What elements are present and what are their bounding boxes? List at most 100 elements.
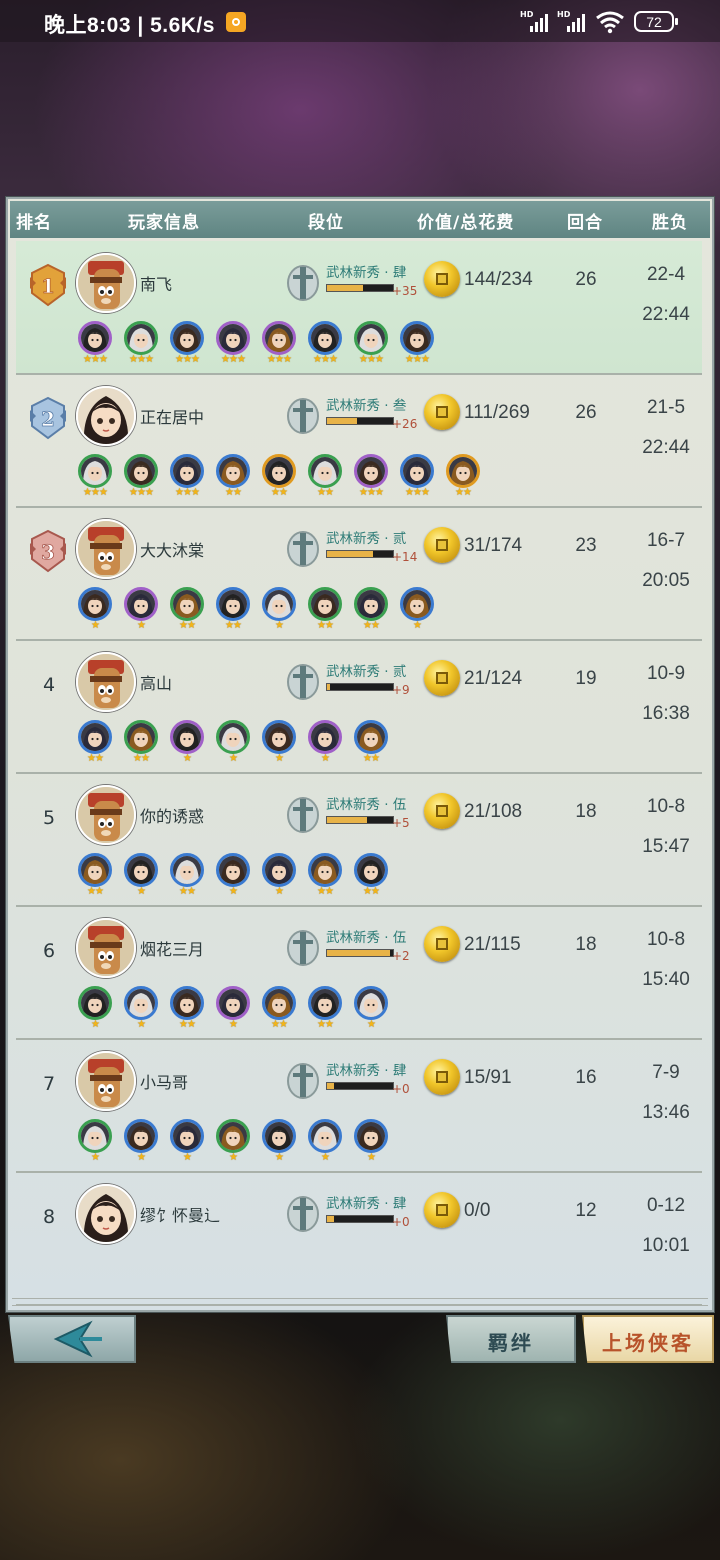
hero-portrait[interactable]	[124, 1119, 158, 1153]
hero-portrait[interactable]	[170, 321, 204, 355]
hero-portrait[interactable]	[262, 454, 296, 488]
hero-portrait[interactable]	[308, 1119, 342, 1153]
hero-portrait[interactable]	[354, 720, 388, 754]
hero-portrait[interactable]	[400, 454, 434, 488]
player-avatar[interactable]	[76, 652, 136, 712]
hero-stars: ★★★	[405, 487, 430, 498]
rounds: 18	[575, 934, 597, 955]
hero-portrait[interactable]	[78, 720, 112, 754]
hero-portrait[interactable]	[262, 587, 296, 621]
win-loss-record: 10-9	[646, 663, 686, 684]
hero-portrait[interactable]	[78, 587, 112, 621]
hero-portrait[interactable]	[308, 720, 342, 754]
hero-portrait[interactable]	[216, 986, 250, 1020]
win-loss-record: 10-8	[646, 929, 686, 950]
table-row[interactable]: 5 你的诱惑 武林新秀 · 伍 +5 21/108 18 10-8 15:47 ★★ ★ ★★ ★ ★ ★…	[16, 773, 702, 907]
table-row[interactable]: 6 烟花三月 武林新秀 · 伍 +2 21/115 18 10-8 15:40 ★ ★ ★★ ★ ★★ ★…	[16, 906, 702, 1040]
hero-portrait[interactable]	[308, 853, 342, 887]
player-name: 大大沐棠	[140, 541, 205, 560]
tier-sword-icon	[287, 930, 319, 966]
hero-portrait[interactable]	[78, 454, 112, 488]
hero-lineup: ★★★ ★★★ ★★★ ★★ ★★ ★★ ★★★ ★★★ ★★	[78, 454, 678, 498]
hero-portrait[interactable]	[354, 853, 388, 887]
battery-icon: 72	[634, 11, 678, 32]
ranking-panel: 排名 玩家信息 段位 价值/总花费 回合 胜负 1 南飞 武林新秀 · 肆 +35 14…	[6, 197, 714, 1312]
hero-portrait[interactable]	[262, 720, 296, 754]
hero-portrait[interactable]	[124, 587, 158, 621]
coin-icon	[424, 793, 460, 829]
hero-portrait[interactable]	[78, 986, 112, 1020]
tier-name: 武林新秀 · 叁	[326, 398, 407, 414]
rounds: 19	[575, 668, 597, 689]
back-button[interactable]	[8, 1315, 136, 1363]
hero-portrait[interactable]	[354, 986, 388, 1020]
hero-stars: ★★★	[175, 487, 200, 498]
player-name: 南飞	[140, 275, 173, 294]
player-avatar[interactable]	[76, 918, 136, 978]
hero-portrait[interactable]	[308, 454, 342, 488]
deploy-heroes-button[interactable]: 上场侠客	[582, 1315, 714, 1363]
hero-portrait[interactable]	[262, 853, 296, 887]
hero-portrait[interactable]	[308, 321, 342, 355]
bond-button[interactable]: 羁绊	[446, 1315, 576, 1363]
hero-portrait[interactable]	[124, 321, 158, 355]
hero-portrait[interactable]	[308, 986, 342, 1020]
hero-portrait[interactable]	[400, 321, 434, 355]
notification-icon	[226, 12, 246, 32]
hero-portrait[interactable]	[170, 587, 204, 621]
hero-stars: ★★★	[175, 354, 200, 365]
hero-portrait[interactable]	[78, 853, 112, 887]
hero-portrait[interactable]	[216, 1119, 250, 1153]
player-avatar[interactable]	[76, 519, 136, 579]
table-row[interactable]: 3 大大沐棠 武林新秀 · 贰 +14 31/174 23 16-7 20:05 ★ ★ ★★ ★★ ★…	[16, 507, 702, 641]
player-name: 你的诱惑	[140, 807, 205, 826]
header-player: 玩家信息	[128, 213, 200, 233]
tier-points: +2	[392, 949, 410, 963]
hero-portrait[interactable]	[216, 587, 250, 621]
table-row[interactable]: 8 缪饣怀曼辶 武林新秀 · 肆 +0 0/0 12 0-12 10:01	[16, 1172, 702, 1306]
hero-portrait[interactable]	[78, 1119, 112, 1153]
table-row[interactable]: 4 高山 武林新秀 · 贰 +9 21/124 19 10-9 16:38 ★★ ★★ ★ ★ ★ ★ ★★	[16, 640, 702, 774]
hero-stars: ★★	[363, 620, 380, 631]
hero-portrait[interactable]	[170, 454, 204, 488]
hero-portrait[interactable]	[124, 454, 158, 488]
hero-portrait[interactable]	[400, 587, 434, 621]
hero-portrait[interactable]	[124, 986, 158, 1020]
hero-portrait[interactable]	[124, 720, 158, 754]
hero-portrait[interactable]	[446, 454, 480, 488]
hero-stars: ★★	[363, 886, 380, 897]
player-avatar[interactable]	[76, 253, 136, 313]
player-avatar[interactable]	[76, 785, 136, 845]
hero-stars: ★	[183, 1152, 192, 1163]
hero-portrait[interactable]	[78, 321, 112, 355]
hero-portrait[interactable]	[216, 454, 250, 488]
hero-portrait[interactable]	[170, 986, 204, 1020]
svg-text:3: 3	[41, 540, 55, 564]
hero-portrait[interactable]	[354, 454, 388, 488]
hero-portrait[interactable]	[124, 853, 158, 887]
hero-portrait[interactable]	[216, 321, 250, 355]
rounds: 26	[575, 269, 597, 290]
player-avatar[interactable]	[76, 1184, 136, 1244]
win-loss-record: 0-12	[646, 1195, 686, 1216]
hero-portrait[interactable]	[170, 720, 204, 754]
hero-stars: ★★	[179, 620, 196, 631]
hero-portrait[interactable]	[170, 1119, 204, 1153]
hero-portrait[interactable]	[262, 321, 296, 355]
hero-portrait[interactable]	[216, 853, 250, 887]
coin-icon	[424, 261, 460, 297]
hero-portrait[interactable]	[354, 1119, 388, 1153]
hero-portrait[interactable]	[262, 1119, 296, 1153]
hero-stars: ★★	[317, 886, 334, 897]
hero-portrait[interactable]	[308, 587, 342, 621]
table-row[interactable]: 1 南飞 武林新秀 · 肆 +35 144/234 26 22-4 22:44 ★★★ ★★★ ★★…	[16, 241, 702, 375]
hero-portrait[interactable]	[170, 853, 204, 887]
table-row[interactable]: 7 小马哥 武林新秀 · 肆 +0 15/91 16 7-9 13:46 ★ ★ ★ ★ ★ ★ ★	[16, 1039, 702, 1173]
hero-portrait[interactable]	[354, 587, 388, 621]
player-avatar[interactable]	[76, 386, 136, 446]
player-avatar[interactable]	[76, 1051, 136, 1111]
hero-portrait[interactable]	[216, 720, 250, 754]
hero-portrait[interactable]	[354, 321, 388, 355]
table-row[interactable]: 2 正在居中 武林新秀 · 叁 +26 111/269 26 21-5 22:44 ★★★ ★★★…	[16, 374, 702, 508]
hero-portrait[interactable]	[262, 986, 296, 1020]
